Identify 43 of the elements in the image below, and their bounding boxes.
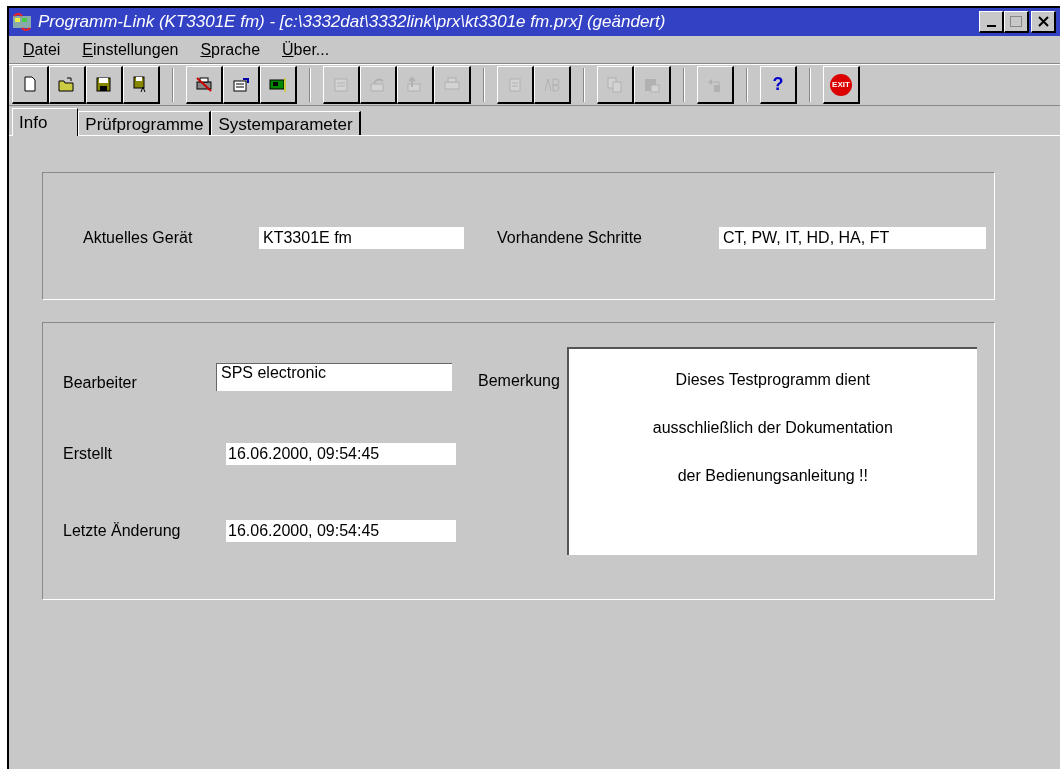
field-label: Bearbeiter xyxy=(63,373,138,393)
tab[interactable]: Info xyxy=(12,108,79,136)
copy-icon xyxy=(605,74,625,95)
toolbar-button[interactable] xyxy=(260,66,297,104)
remark-text: der Bedienungsanleitung !! xyxy=(677,466,868,486)
maximize-icon xyxy=(1010,16,1022,27)
field-label: Vorhandene Schritte xyxy=(497,228,643,248)
menu-item[interactable]: Sprache xyxy=(200,37,261,62)
minimize-icon xyxy=(986,25,996,27)
help-button[interactable]: ? xyxy=(760,66,797,104)
device-field[interactable]: KT3301E fm xyxy=(259,227,464,249)
created-field: 16.06.2000, 09:54:45 xyxy=(226,443,456,465)
floppy-disk-icon xyxy=(94,74,114,95)
toolbar-button[interactable] xyxy=(12,66,49,104)
app-icon xyxy=(12,13,32,31)
maximize-button[interactable] xyxy=(1004,11,1029,33)
steps-field[interactable]: CT, PW, IT, HD, HA, FT xyxy=(719,227,986,249)
tab[interactable]: Prüfprogramme xyxy=(78,111,212,135)
close-icon xyxy=(1037,16,1049,27)
modified-field: 16.06.2000, 09:54:45 xyxy=(226,520,456,542)
toolbar-button[interactable] xyxy=(223,66,260,104)
exit-button[interactable]: EXIT xyxy=(823,66,860,104)
printer-icon xyxy=(194,74,214,95)
toolbar-button[interactable] xyxy=(186,66,223,104)
remark-text: ausschließlich der Dokumentation xyxy=(652,418,893,438)
remark-text: Dieses Testprogramm dient xyxy=(675,370,871,390)
window-title: Programm-Link (KT3301E fm) - [c:\3332dat\3332link\prx\kt3301e fm.prx] (geändert) xyxy=(38,11,666,34)
field-label: Aktuelles Gerät xyxy=(83,228,194,248)
menu-item[interactable]: Über... xyxy=(282,37,330,62)
field-label: Letzte Änderung xyxy=(63,521,182,541)
toolbar-button[interactable] xyxy=(86,66,123,104)
field-label: Bemerkung xyxy=(478,371,560,391)
remark-field[interactable]: Dieses Testprogramm dient ausschließlich der Dokumentation der Bedienungsanleitung !! xyxy=(566,347,977,555)
editor-field[interactable]: SPS electronic xyxy=(216,363,452,391)
menu-item[interactable]: Einstellungen xyxy=(82,37,179,62)
minimize-button[interactable] xyxy=(979,11,1004,33)
toolbar-button[interactable] xyxy=(49,66,86,104)
toolbar-button[interactable] xyxy=(123,66,160,104)
field-label: Erstellt xyxy=(63,444,113,464)
menu-item[interactable]: Datei xyxy=(23,37,61,62)
tab[interactable]: Systemparameter xyxy=(211,111,361,135)
open-folder-icon xyxy=(57,74,77,95)
close-button[interactable] xyxy=(1031,11,1056,33)
